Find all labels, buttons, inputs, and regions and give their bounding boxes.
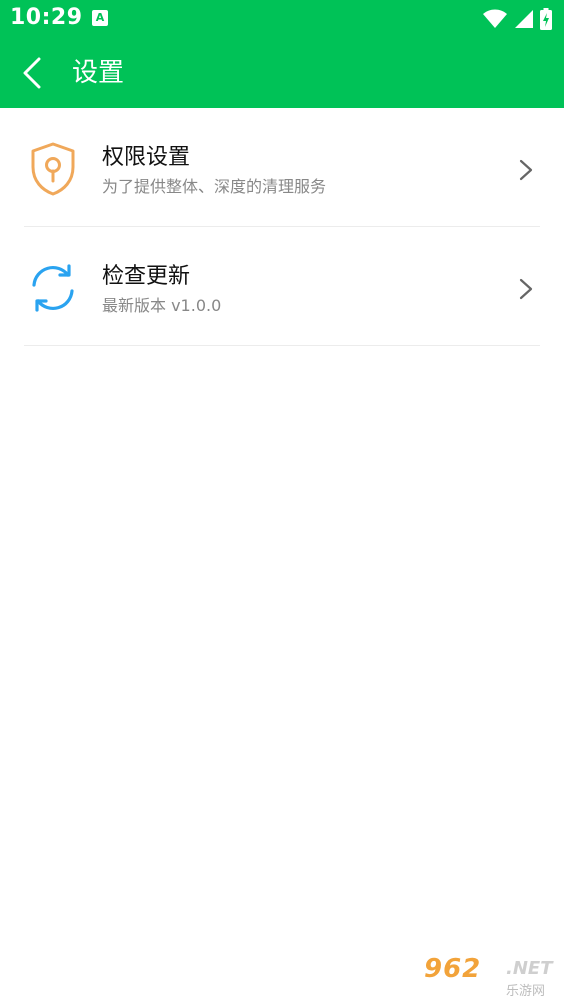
signal-icon (515, 10, 533, 28)
wifi-icon (483, 9, 507, 28)
notification-icon: A (92, 10, 108, 26)
settings-item-check-update[interactable]: 检查更新 最新版本 v1.0.0 (24, 227, 540, 346)
watermark-net: .NET (506, 958, 553, 979)
refresh-icon (26, 261, 80, 315)
status-bar: 10:29 A (0, 0, 564, 38)
settings-item-label: 检查更新 (102, 264, 191, 289)
chevron-right-icon (519, 159, 533, 181)
settings-item-label: 权限设置 (102, 145, 191, 170)
back-button[interactable] (12, 53, 52, 93)
site-watermark: 962 .NET 乐游网 (424, 954, 558, 999)
settings-list: 权限设置 为了提供整体、深度的清理服务 检查更新 最新版本 v1.0.0 (0, 108, 564, 346)
watermark-logo: 962 (424, 954, 482, 984)
back-arrow-icon (23, 57, 41, 89)
watermark-sub: 乐游网 (506, 984, 546, 999)
settings-item-subtitle: 最新版本 v1.0.0 (102, 296, 222, 315)
status-time: 10:29 (10, 5, 83, 30)
shield-lock-icon (26, 142, 80, 196)
battery-charging-icon (540, 8, 552, 30)
chevron-right-icon (519, 278, 533, 300)
system-icons (482, 8, 552, 30)
settings-item-permissions[interactable]: 权限设置 为了提供整体、深度的清理服务 (24, 108, 540, 227)
app-bar: 设置 (0, 38, 564, 108)
page-title: 设置 (72, 58, 125, 88)
settings-item-subtitle: 为了提供整体、深度的清理服务 (102, 177, 327, 196)
